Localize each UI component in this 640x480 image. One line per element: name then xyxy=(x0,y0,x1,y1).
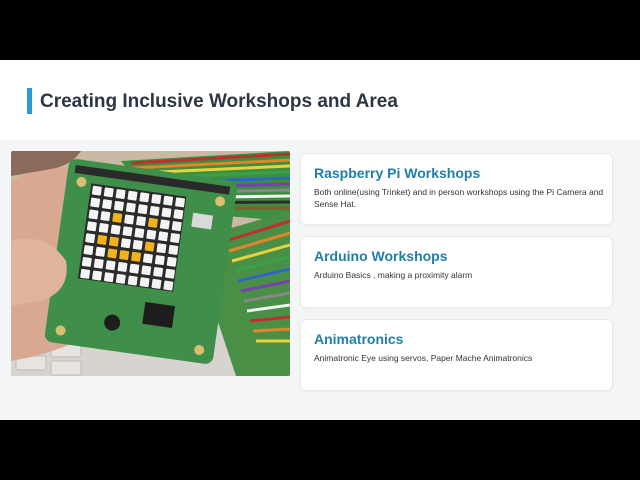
led-pixel xyxy=(80,268,91,279)
led-pixel xyxy=(161,207,172,218)
letterbox-bottom xyxy=(0,420,640,480)
led-pixel xyxy=(151,194,162,204)
led-pixel xyxy=(158,231,169,242)
card-title: Raspberry Pi Workshops xyxy=(314,165,481,181)
led-pixel xyxy=(156,243,167,254)
led-pixel xyxy=(97,234,108,245)
card-title: Animatronics xyxy=(314,331,404,347)
led-pixel xyxy=(154,255,165,266)
led-pixel xyxy=(131,251,141,262)
led-pixel xyxy=(115,273,126,284)
led-pixel xyxy=(93,258,104,269)
led-pixel xyxy=(149,205,160,216)
led-pixel xyxy=(122,226,133,237)
led-pixel xyxy=(159,219,170,230)
led-pixel xyxy=(127,190,138,201)
led-pixel xyxy=(83,245,94,256)
led-pixel xyxy=(163,195,174,206)
led-pixel xyxy=(91,185,102,196)
led-pixel xyxy=(132,239,143,250)
led-pixel xyxy=(147,217,158,228)
led-pixel xyxy=(129,263,140,274)
arduino-workshops-card: Arduino Workshops Arduino Basics , makin… xyxy=(300,236,613,308)
led-pixel xyxy=(107,248,118,259)
led-pixel xyxy=(168,244,179,255)
slide: Creating Inclusive Workshops and Area Ra… xyxy=(0,60,640,420)
led-pixel xyxy=(92,270,103,281)
led-pixel xyxy=(110,224,121,235)
led-pixel xyxy=(108,236,119,247)
led-pixel xyxy=(90,197,101,208)
led-pixel xyxy=(137,204,148,215)
led-pixel xyxy=(105,260,116,271)
slide-title: Creating Inclusive Workshops and Area xyxy=(40,91,398,112)
led-pixel xyxy=(103,187,114,198)
card-text: Arduino Basics , making a proximity alar… xyxy=(314,270,473,280)
led-pixel xyxy=(165,268,175,279)
led-pixel xyxy=(120,238,131,249)
led-pixel xyxy=(142,253,153,264)
title-accent-bar xyxy=(27,88,32,114)
led-pixel xyxy=(141,265,152,276)
sense-hat-photo xyxy=(11,151,290,376)
led-pixel xyxy=(146,229,157,240)
card-text: Animatronic Eye using servos, Paper Mach… xyxy=(314,353,533,363)
led-pixel xyxy=(102,199,113,210)
animatronics-card: Animatronics Animatronic Eye using servo… xyxy=(300,319,613,391)
led-pixel xyxy=(153,267,164,277)
led-pixel xyxy=(175,197,185,208)
led-pixel xyxy=(139,277,150,288)
led-pixel xyxy=(112,212,123,223)
led-pixel xyxy=(119,250,130,261)
led-pixel xyxy=(103,272,114,283)
led-pixel xyxy=(117,262,128,272)
led-pixel xyxy=(115,189,126,199)
card-text: Both online(using Trinket) and in person… xyxy=(314,187,604,209)
led-pixel xyxy=(124,214,135,225)
led-pixel xyxy=(81,257,92,267)
led-pixel xyxy=(114,200,124,211)
led-pixel xyxy=(166,256,177,267)
led-pixel xyxy=(86,221,97,232)
led-pixel xyxy=(95,246,106,257)
led-pixel xyxy=(151,278,162,289)
letterbox-top xyxy=(0,0,640,60)
led-pixel xyxy=(88,209,99,220)
led-pixel xyxy=(127,275,138,286)
card-title: Arduino Workshops xyxy=(314,248,448,264)
led-pixel xyxy=(134,228,145,238)
led-pixel xyxy=(144,241,155,252)
led-pixel xyxy=(136,216,147,227)
led-pixel xyxy=(100,211,111,222)
led-pixel xyxy=(125,202,136,213)
raspberry-pi-workshops-card: Raspberry Pi Workshops Both online(using… xyxy=(300,153,613,225)
led-pixel xyxy=(85,233,96,244)
led-pixel xyxy=(173,209,184,220)
led-pixel xyxy=(139,192,150,203)
led-pixel xyxy=(98,223,109,233)
led-pixel xyxy=(171,221,182,232)
led-pixel xyxy=(163,280,174,291)
led-pixel xyxy=(170,233,180,243)
